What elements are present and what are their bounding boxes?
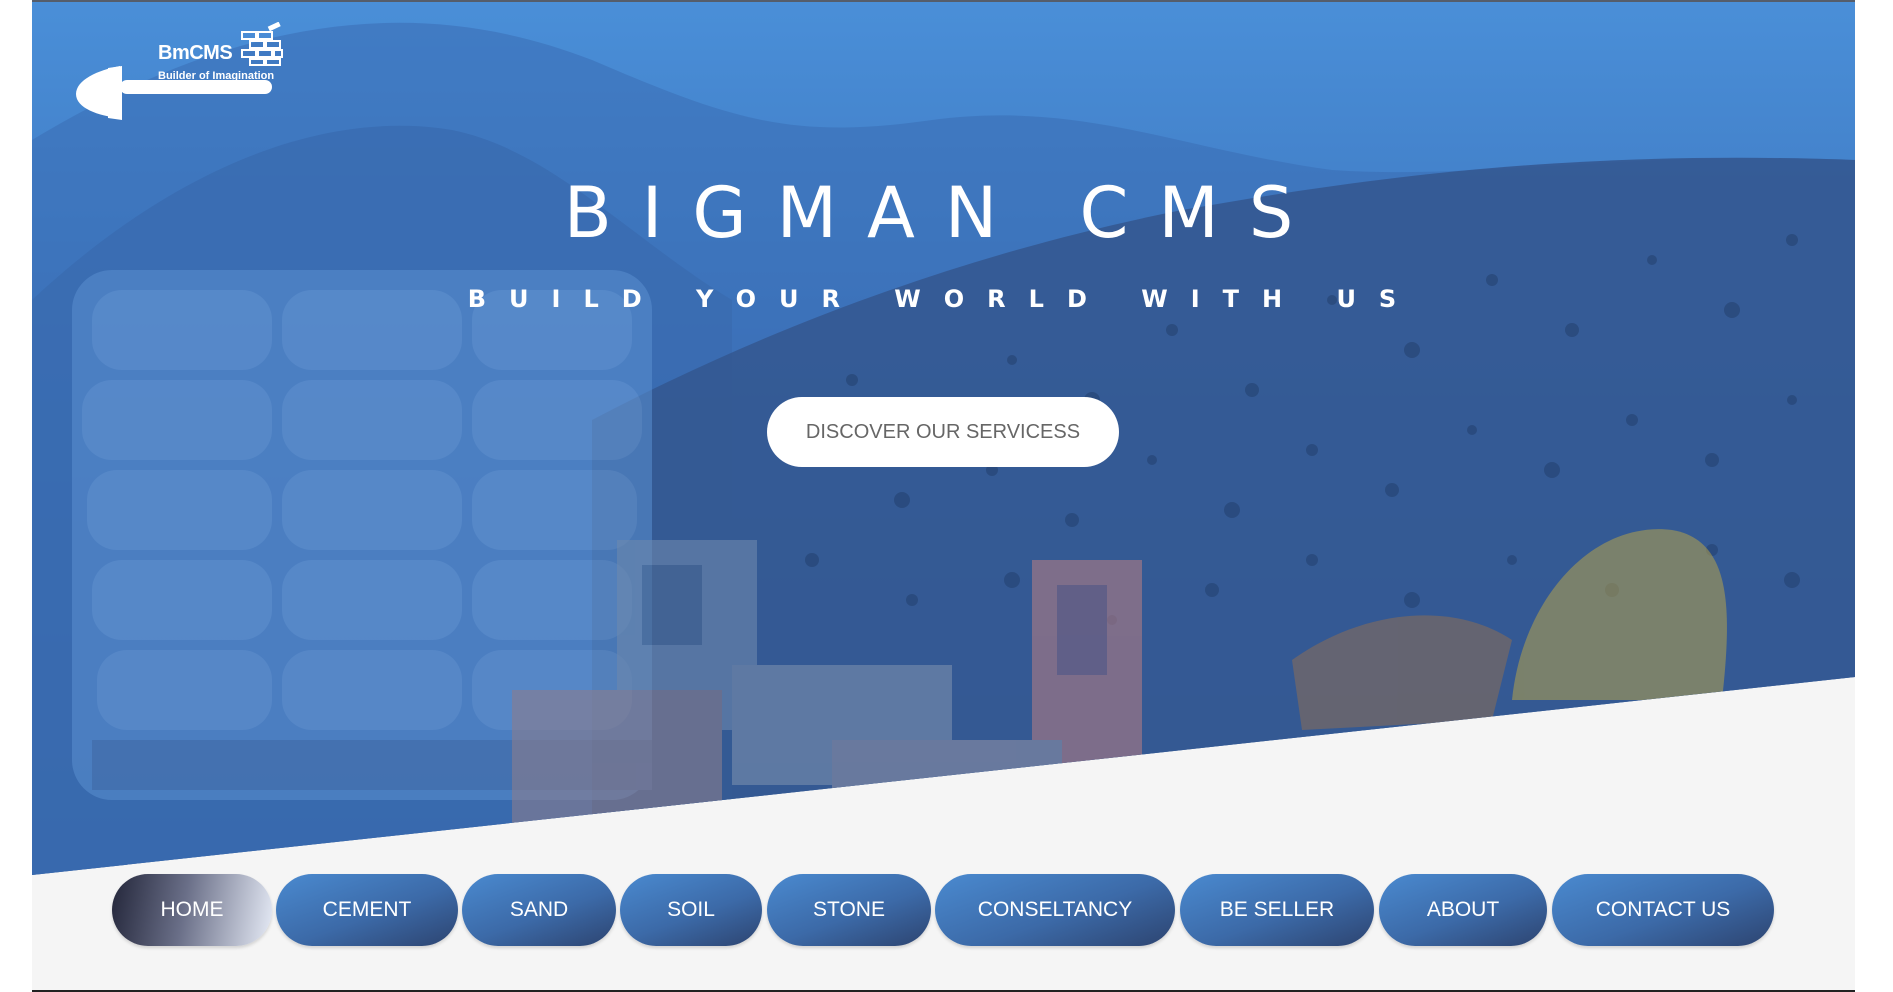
logo-title: BmCMS	[158, 42, 233, 64]
discover-services-button[interactable]: DISCOVER OUR SERVICESS	[767, 397, 1119, 467]
nav-item-soil[interactable]: SOIL	[620, 874, 762, 946]
page: BmCMS Builder of Imagination BIGMAN CMS …	[0, 0, 1893, 992]
logo[interactable]: BmCMS Builder of Imagination	[68, 22, 288, 122]
hero-section: BmCMS Builder of Imagination BIGMAN CMS …	[32, 0, 1855, 875]
right-margin	[1855, 0, 1893, 992]
nav-item-sand[interactable]: SAND	[462, 874, 616, 946]
top-border	[32, 0, 1855, 2]
nav-item-about[interactable]: ABOUT	[1379, 874, 1547, 946]
logo-tagline: Builder of Imagination	[158, 70, 275, 82]
nav-item-cement[interactable]: CEMENT	[276, 874, 458, 946]
content-frame: BmCMS Builder of Imagination BIGMAN CMS …	[32, 0, 1855, 992]
nav-item-stone[interactable]: STONE	[767, 874, 931, 946]
nav-item-home[interactable]: HOME	[112, 874, 272, 946]
nav-item-be-seller[interactable]: BE SELLER	[1180, 874, 1374, 946]
hero-subtitle: BUILD YOUR WORLD WITH US	[467, 285, 1420, 313]
main-nav: HOME CEMENT SAND SOIL STONE CONSELTANCY …	[32, 874, 1855, 946]
hero-title: BIGMAN CMS	[563, 172, 1324, 254]
nav-item-contact-us[interactable]: CONTACT US	[1552, 874, 1774, 946]
nav-item-conseltancy[interactable]: CONSELTANCY	[935, 874, 1175, 946]
brick-wall-icon	[241, 22, 283, 66]
